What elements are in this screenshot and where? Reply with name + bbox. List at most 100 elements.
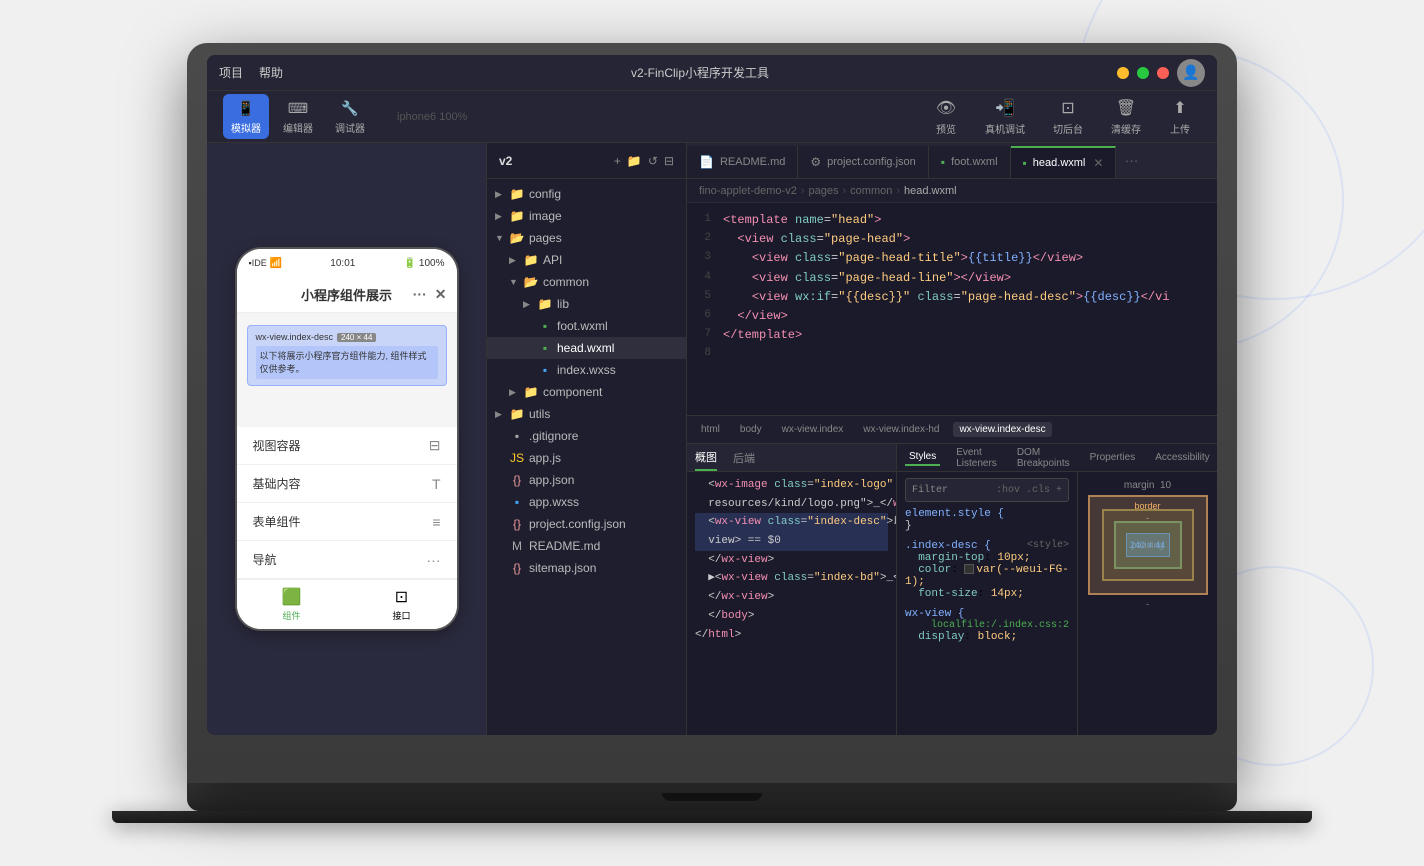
folder-icon: 📁 — [537, 296, 553, 312]
nav-item-form[interactable]: 表单组件 ≡ — [237, 503, 457, 541]
tree-item-component[interactable]: ▶ 📁 component — [487, 381, 686, 403]
devtools-tab-elements[interactable]: 概图 — [695, 445, 717, 471]
real-device-action[interactable]: 📲 真机调试 — [975, 93, 1035, 140]
tree-item-app-js[interactable]: ▶ JS app.js — [487, 447, 686, 469]
api-tab-icon: ⊡ — [392, 587, 412, 607]
file-tree-header: v2 + 📁 ↺ ⊟ — [487, 143, 686, 179]
tab-project-config[interactable]: ⚙ project.config.json — [798, 146, 928, 178]
code-line-7: 7 </template> — [687, 326, 1217, 345]
phone-tab-component[interactable]: 🟩 组件 — [282, 587, 302, 622]
phone-time: 10:01 — [330, 258, 355, 269]
window-controls[interactable] — [1117, 67, 1169, 79]
tree-item-app-wxss[interactable]: ▶ ▪ app.wxss — [487, 491, 686, 513]
tree-item-pages[interactable]: ▼ 📂 pages — [487, 227, 686, 249]
debug-button[interactable]: 🔧 调试器 — [327, 94, 373, 139]
refresh-icon[interactable]: ↺ — [648, 154, 658, 168]
tree-item-sitemap[interactable]: ▶ {} sitemap.json — [487, 557, 686, 579]
minimize-button[interactable] — [1117, 67, 1129, 79]
tab-head-wxml[interactable]: ▪ head.wxml ✕ — [1011, 146, 1117, 178]
nav-item-basic-content[interactable]: 基础内容 T — [237, 465, 457, 503]
wxss-icon: ▪ — [509, 494, 525, 510]
folder-icon: 📂 — [523, 274, 539, 290]
menu-help[interactable]: 帮助 — [259, 64, 283, 81]
laptop-shell: 项目 帮助 v2-FinClip小程序开发工具 👤 📱 — [187, 43, 1237, 783]
nav-item-view-container[interactable]: 视图容器 ⊟ — [237, 427, 457, 465]
device-label: iphone6 100% — [397, 111, 467, 123]
styles-tab-access[interactable]: Accessibility — [1151, 450, 1213, 465]
simulator-button[interactable]: 📱 模拟器 — [223, 94, 269, 139]
maximize-button[interactable] — [1137, 67, 1149, 79]
devtools-tab-console[interactable]: 后端 — [733, 446, 755, 470]
user-avatar[interactable]: 👤 — [1177, 59, 1205, 87]
tree-item-api[interactable]: ▶ 📁 API — [487, 249, 686, 271]
new-folder-icon[interactable]: 📁 — [627, 154, 642, 168]
phone-frame: ▪IDE 📶 10:01 🔋 100% 小程序组件展示 — [237, 249, 457, 629]
clear-cache-action[interactable]: 🗑 清缓存 — [1101, 93, 1151, 140]
tab-close-icon[interactable]: ✕ — [1093, 156, 1103, 170]
styles-filter[interactable]: Filter :hov .cls + — [905, 478, 1069, 502]
close-button[interactable] — [1157, 67, 1169, 79]
wxml-icon: ▪ — [537, 318, 553, 334]
tab-icon: ▪ — [1023, 156, 1027, 170]
styles-tab-styles[interactable]: Styles — [905, 449, 940, 466]
phone-tab-api[interactable]: ⊡ 接口 — [392, 587, 412, 622]
tree-item-lib[interactable]: ▶ 📁 lib — [487, 293, 686, 315]
tree-item-config[interactable]: ▶ 📁 config — [487, 183, 686, 205]
breadcrumb-item: pages — [809, 185, 839, 197]
elem-tab-wx-view-index-desc[interactable]: wx-view.index-desc — [953, 422, 1051, 437]
phone-page-title: 小程序组件展示 — [301, 285, 392, 304]
tree-item-foot-wxml[interactable]: ▶ ▪ foot.wxml — [487, 315, 686, 337]
bm-dash-row: - — [1146, 599, 1149, 609]
box-model: margin 10 border - — [1077, 472, 1217, 735]
styles-tab-props[interactable]: Properties — [1086, 450, 1140, 465]
app-window: 项目 帮助 v2-FinClip小程序开发工具 👤 📱 — [207, 55, 1217, 735]
styles-tab-event[interactable]: Event Listeners — [952, 445, 1001, 471]
phone-battery: 🔋 100% — [404, 258, 445, 269]
menu-project[interactable]: 项目 — [219, 64, 243, 81]
title-bar-menu: 项目 帮助 — [219, 64, 283, 81]
elem-tab-html[interactable]: html — [695, 422, 726, 437]
tree-item-utils[interactable]: ▶ 📁 utils — [487, 403, 686, 425]
new-file-icon[interactable]: + — [614, 154, 621, 168]
elem-tab-wx-view-index-hd[interactable]: wx-view.index-hd — [857, 422, 945, 437]
tree-item-image[interactable]: ▶ 📁 image — [487, 205, 686, 227]
styles-content: Filter :hov .cls + element.style { } — [897, 472, 1217, 735]
code-editor: 1 <template name="head"> 2 <view class="… — [687, 203, 1217, 415]
json-icon: {} — [509, 472, 525, 488]
tab-foot-wxml[interactable]: ▪ foot.wxml — [929, 146, 1011, 178]
tree-item-gitignore[interactable]: ▶ ▪ .gitignore — [487, 425, 686, 447]
more-tabs-button[interactable]: ··· — [1116, 143, 1146, 178]
tab-readme[interactable]: 📄 README.md — [687, 146, 798, 178]
collapse-icon[interactable]: ⊟ — [664, 154, 674, 168]
simulator-icon: 📱 — [236, 98, 256, 118]
tree-item-app-json[interactable]: ▶ {} app.json — [487, 469, 686, 491]
code-line-5: 5 <view wx:if="{{desc}}" class="page-hea… — [687, 288, 1217, 307]
code-area[interactable]: 1 <template name="head"> 2 <view class="… — [687, 203, 1217, 415]
tree-item-readme[interactable]: ▶ M README.md — [487, 535, 686, 557]
more-icon: ··· — [413, 286, 427, 303]
elem-tab-body[interactable]: body — [734, 422, 768, 437]
tree-item-project-config[interactable]: ▶ {} project.config.json — [487, 513, 686, 535]
tree-item-index-wxss[interactable]: ▶ ▪ index.wxss — [487, 359, 686, 381]
html-tree-area[interactable]: <wx-image class="index-logo" src="../res… — [687, 472, 896, 735]
breadcrumb-item: common — [850, 185, 892, 197]
devtools-tabs-row: 概图 后端 — [687, 444, 896, 472]
nav-item-icon: ≡ — [432, 514, 440, 530]
tab-icon: ▪ — [941, 155, 945, 169]
tree-item-common[interactable]: ▼ 📂 common — [487, 271, 686, 293]
file-tree-title: v2 — [499, 154, 512, 168]
styles-tab-dom[interactable]: DOM Breakpoints — [1013, 445, 1074, 471]
debug-icon: 🔧 — [340, 98, 360, 118]
upload-action[interactable]: ⬆ 上传 — [1159, 93, 1201, 140]
box-model-visual: border - padding — [1088, 495, 1208, 595]
elem-tab-wx-view-index[interactable]: wx-view.index — [776, 422, 850, 437]
background-action[interactable]: ⊡ 切后台 — [1043, 93, 1093, 140]
code-line-6: 6 </view> — [687, 307, 1217, 326]
nav-item-nav[interactable]: 导航 ··· — [237, 541, 457, 579]
laptop-notch — [662, 793, 762, 801]
editor-button[interactable]: ⌨ 编辑器 — [275, 94, 321, 139]
preview-action[interactable]: 👁 预览 — [925, 93, 967, 140]
wxml-icon: ▪ — [537, 340, 553, 356]
tree-item-head-wxml[interactable]: ▶ ▪ head.wxml — [487, 337, 686, 359]
css-rule-wx-view: wx-view { localfile:/.index.css:2 displa… — [905, 608, 1069, 643]
